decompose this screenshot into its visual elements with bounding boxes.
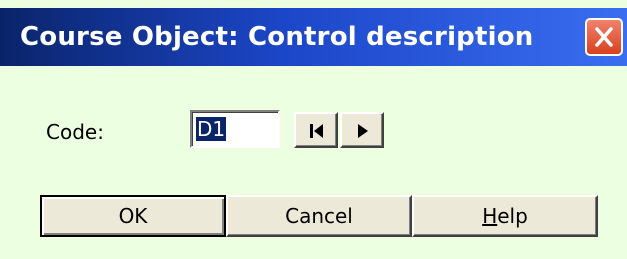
close-button[interactable] — [585, 18, 623, 56]
title-bar[interactable]: Course Object: Control description — [0, 8, 627, 66]
code-value: D1 — [196, 117, 227, 141]
ok-button-label: OK — [118, 204, 148, 228]
ok-button[interactable]: OK — [40, 195, 226, 237]
close-icon — [595, 27, 613, 47]
code-label: Code: — [46, 120, 104, 144]
help-button-label: elp — [497, 204, 528, 228]
code-field[interactable]: D1 — [190, 110, 280, 148]
next-record-button[interactable] — [340, 112, 384, 148]
cancel-button[interactable]: Cancel — [226, 195, 412, 237]
first-record-icon — [310, 124, 323, 138]
cancel-button-label: Cancel — [285, 204, 353, 228]
control-description-dialog: Course Object: Control description Code:… — [0, 0, 627, 259]
next-record-icon — [358, 124, 368, 138]
first-record-button[interactable] — [294, 112, 338, 148]
help-mnemonic: H — [482, 204, 498, 228]
help-button[interactable]: Help — [412, 195, 598, 237]
window-title: Course Object: Control description — [20, 22, 534, 52]
